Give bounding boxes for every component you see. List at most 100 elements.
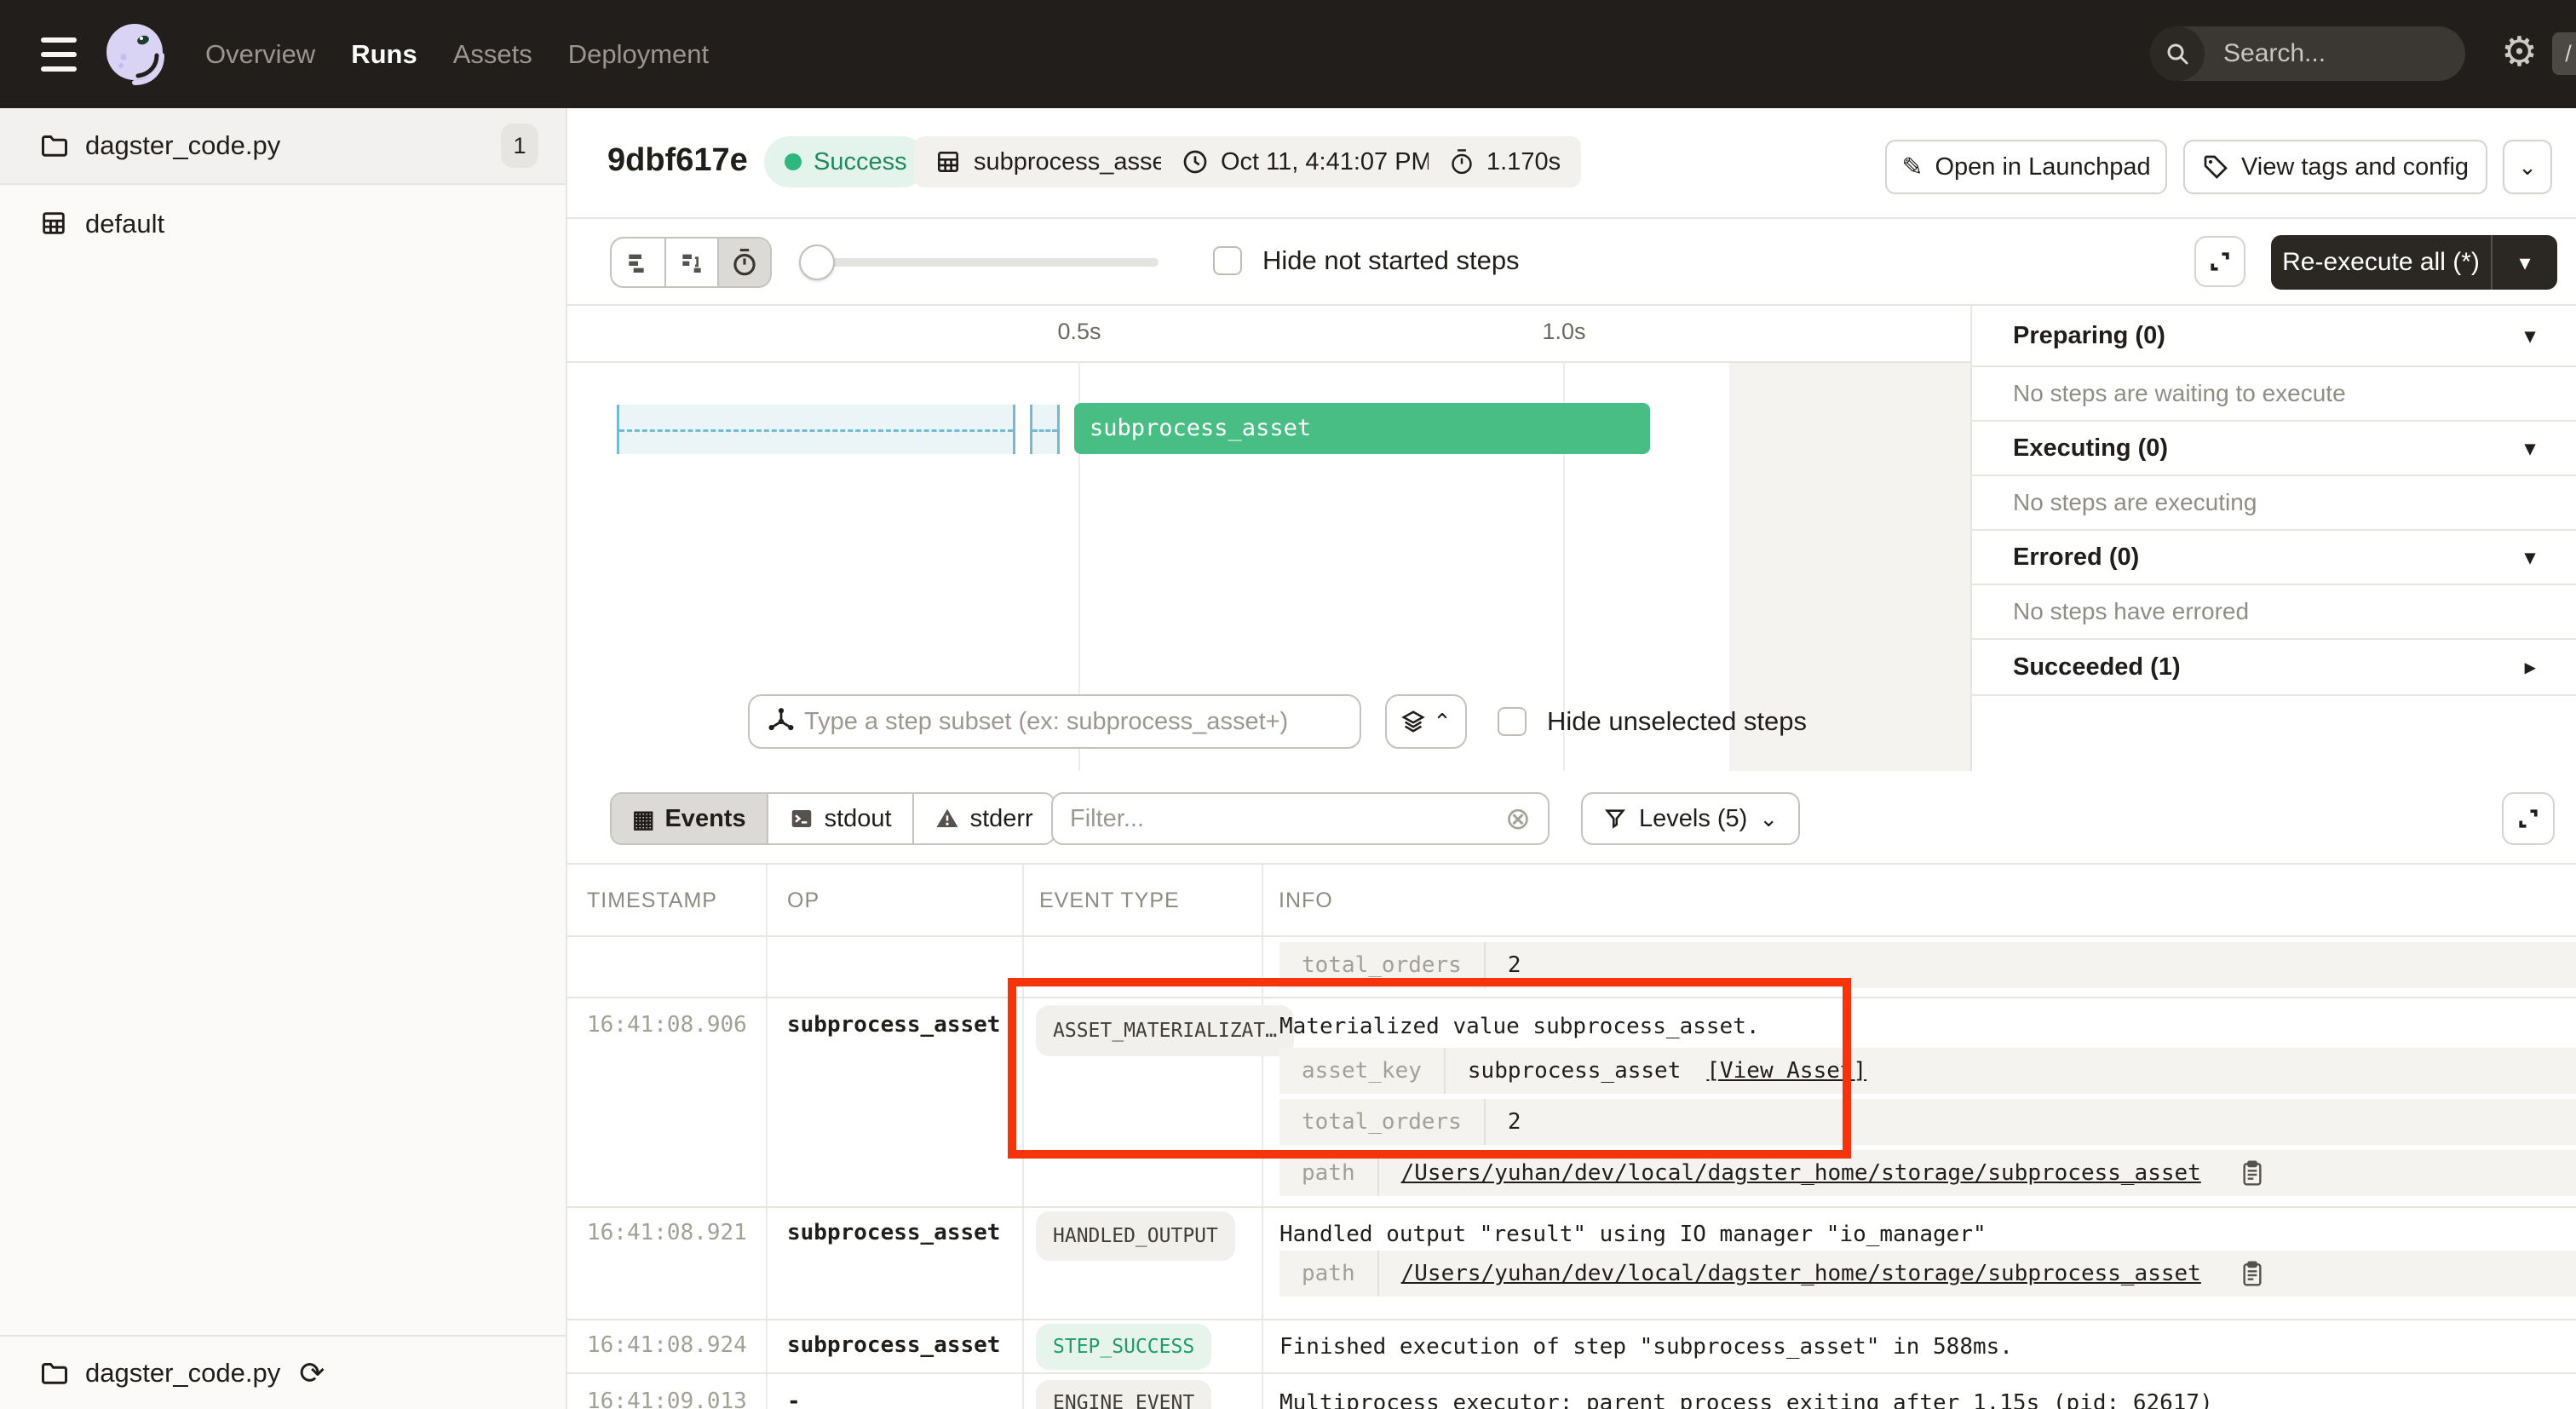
stopwatch-icon — [1449, 148, 1475, 175]
tab-events[interactable]: ▦ Events — [612, 794, 767, 843]
col-timestamp: TIMESTAMP — [587, 889, 717, 913]
run-header: 9dbf617e Success subprocess_asset Oct 11… — [567, 108, 2576, 219]
sidebar-item-repo-default[interactable]: default — [0, 198, 566, 250]
metadata-row-path: path /Users/yuhan/dev/local/dagster_home… — [1279, 1150, 2576, 1196]
caret-down-icon: ▾ — [2519, 250, 2530, 276]
clear-filter-icon[interactable]: ⊗ — [1505, 803, 1531, 834]
hide-unselected-option: Hide unselected steps — [1498, 706, 1807, 737]
status-badge: Success — [764, 136, 928, 187]
event-type-tag: HANDLED_OUTPUT — [1036, 1211, 1235, 1261]
global-search[interactable]: / — [2150, 26, 2465, 81]
code-location-label: dagster_code.py — [85, 130, 280, 161]
nav-item-deployment[interactable]: Deployment — [568, 39, 709, 70]
step-subset-input[interactable] — [796, 708, 1360, 736]
copy-icon[interactable] — [2240, 1260, 2264, 1287]
success-dot-icon — [785, 153, 802, 170]
log-filter-input[interactable] — [1070, 805, 1505, 833]
section-succeeded[interactable]: Succeeded (1)▸ — [1972, 640, 2576, 696]
gantt-step-bar[interactable]: subprocess_asset — [1074, 403, 1650, 454]
hide-not-started-option: Hide not started steps — [1213, 245, 1520, 276]
step-status-panel: Preparing (0)▾ No steps are waiting to e… — [1970, 306, 2576, 771]
run-more-actions-button[interactable]: ⌄ — [2503, 140, 2552, 194]
run-start-time-tag: Oct 11, 4:41:07 PM — [1161, 136, 1452, 187]
run-duration-tag: 1.170s — [1429, 136, 1581, 187]
event-type-tag: ASSET_MATERIALIZAT… — [1036, 1005, 1294, 1056]
column-divider — [1022, 865, 1024, 1409]
section-errored[interactable]: Errored (0)▾ — [1972, 531, 2576, 585]
nav-item-runs[interactable]: Runs — [351, 39, 417, 70]
caret-down-icon: ▾ — [2525, 324, 2535, 348]
footer-code-location-label: dagster_code.py — [85, 1358, 280, 1389]
flat-view-button[interactable] — [612, 239, 664, 286]
chevron-down-icon: ⌄ — [1759, 806, 1778, 832]
run-id: 9dbf617e — [607, 142, 748, 179]
row-divider — [567, 997, 2576, 998]
caret-down-icon: ▾ — [2525, 436, 2535, 461]
log-view-tabs: ▦ Events stdout stderr — [610, 792, 1055, 845]
search-input[interactable] — [2205, 39, 2552, 68]
zoom-slider-handle[interactable] — [799, 244, 835, 280]
open-in-launchpad-button[interactable]: ✎ Open in Launchpad — [1885, 140, 2167, 194]
tab-stdout[interactable]: stdout — [767, 794, 912, 843]
step-subset-box — [748, 694, 1361, 749]
metadata-row-total-orders: total_orders 2 — [1279, 942, 2576, 988]
gantt-fullscreen-button[interactable] — [2194, 236, 2245, 287]
view-asset-link[interactable]: [View Asset] — [1706, 1058, 1866, 1084]
logs-fullscreen-button[interactable] — [2502, 792, 2555, 845]
sidebar-item-code-location[interactable]: dagster_code.py 1 — [0, 108, 566, 185]
search-icon — [2150, 26, 2205, 81]
funnel-icon — [1603, 807, 1627, 831]
tab-stderr[interactable]: stderr — [912, 794, 1054, 843]
caret-right-icon: ▸ — [2525, 655, 2535, 680]
axis-tick-05s: 0.5s — [1028, 319, 1130, 345]
top-nav: Overview Runs Assets Deployment / ⚙ — [0, 0, 2576, 108]
metadata-row-path: path /Users/yuhan/dev/local/dagster_home… — [1279, 1251, 2576, 1297]
row-divider — [567, 1319, 2576, 1320]
repo-label: default — [85, 209, 164, 239]
op-selector-icon — [767, 707, 796, 736]
hide-not-started-checkbox[interactable] — [1213, 246, 1242, 275]
gantt-toolbar: Hide not started steps Re-execute all (*… — [567, 219, 2576, 306]
job-grid-icon — [934, 148, 962, 175]
dagster-logo-icon[interactable] — [101, 20, 169, 88]
gantt-view-mode-group — [610, 237, 772, 288]
event-type-tag: ENGINE_EVENT — [1036, 1380, 1211, 1409]
nav-item-overview[interactable]: Overview — [205, 39, 315, 70]
table-header: TIMESTAMP OP EVENT TYPE INFO — [567, 865, 2576, 937]
waiting-period-bar — [617, 405, 1015, 454]
nav-item-assets[interactable]: Assets — [453, 39, 532, 70]
terminal-icon — [789, 806, 814, 831]
run-target-tag[interactable]: subprocess_asset — [914, 136, 1193, 187]
waterfall-view-button[interactable] — [664, 239, 717, 286]
dagster-run-page: Overview Runs Assets Deployment / ⚙ dags… — [0, 0, 2576, 1409]
metadata-row-asset-key: asset_key subprocess_asset [View Asset] — [1279, 1048, 2576, 1094]
warning-icon — [934, 806, 960, 831]
section-preparing-empty: No steps are waiting to execute — [1972, 367, 2576, 422]
search-shortcut-badge: / — [2552, 32, 2576, 75]
reexecute-all-button[interactable]: Re-execute all (*) ▾ — [2271, 235, 2557, 290]
view-tags-config-button[interactable]: View tags and config — [2183, 140, 2487, 194]
levels-dropdown[interactable]: Levels (5) ⌄ — [1581, 792, 1800, 845]
chevron-down-icon: ⌄ — [2518, 154, 2537, 181]
event-type-tag: STEP_SUCCESS — [1036, 1324, 1211, 1370]
copy-icon[interactable] — [2240, 1159, 2264, 1187]
timed-view-button[interactable] — [717, 239, 770, 286]
hide-unselected-checkbox[interactable] — [1498, 707, 1527, 736]
log-filter-box: ⊗ — [1051, 792, 1550, 845]
job-grid-icon — [39, 209, 70, 239]
folder-icon — [39, 130, 70, 161]
storage-path-link[interactable]: /Users/yuhan/dev/local/dagster_home/stor… — [1401, 1261, 2201, 1286]
column-divider — [1262, 865, 1263, 1409]
row-divider — [567, 1206, 2576, 1208]
clock-icon — [1182, 148, 1209, 175]
reexecute-options-button[interactable]: ▾ — [2491, 235, 2557, 290]
graph-query-toggle-button[interactable]: ⌃ — [1385, 694, 1467, 749]
section-executing[interactable]: Executing (0)▾ — [1972, 422, 2576, 476]
zoom-slider-track[interactable] — [811, 258, 1159, 267]
menu-icon[interactable] — [41, 37, 77, 72]
storage-path-link[interactable]: /Users/yuhan/dev/local/dagster_home/stor… — [1401, 1160, 2201, 1186]
section-preparing[interactable]: Preparing (0)▾ — [1972, 306, 2576, 367]
row-divider — [567, 1372, 2576, 1374]
settings-gear-icon[interactable]: ⚙ — [2501, 32, 2538, 73]
reload-icon[interactable]: ⟳ — [299, 1358, 325, 1389]
